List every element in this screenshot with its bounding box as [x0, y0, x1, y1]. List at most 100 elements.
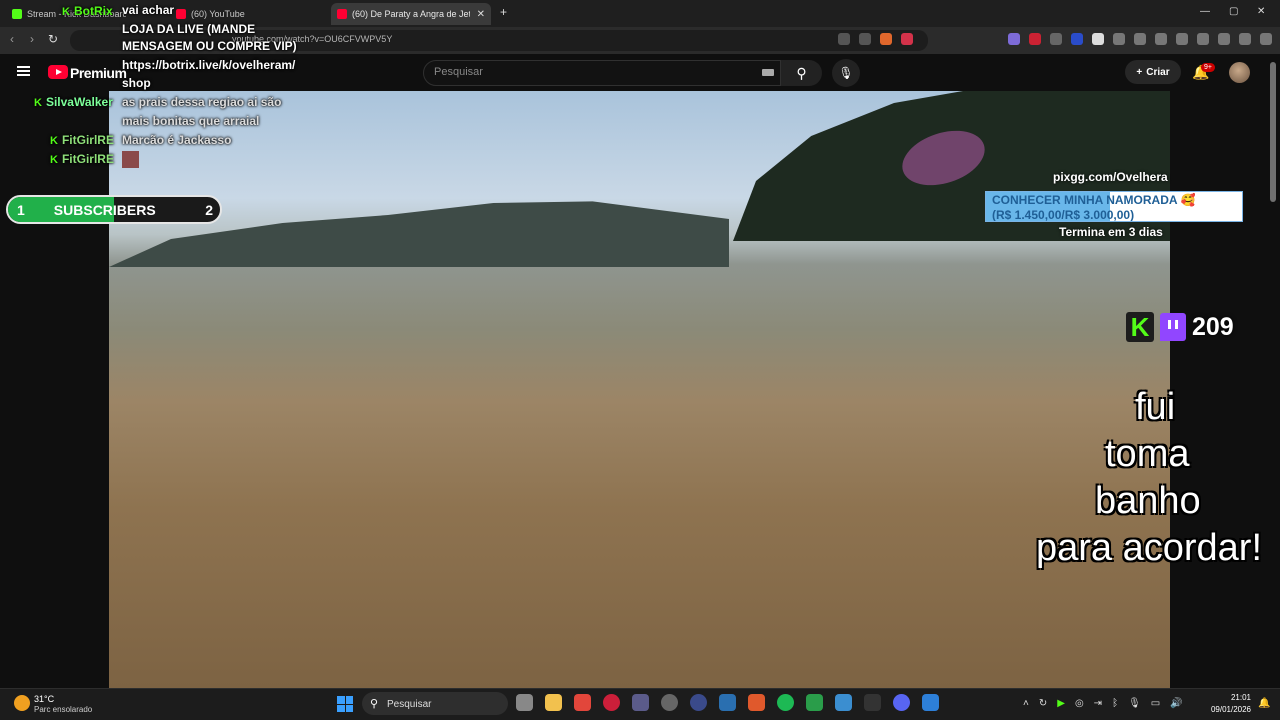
music-icon[interactable]: [1176, 33, 1188, 45]
file-explorer-icon[interactable]: [545, 694, 562, 711]
play-icon[interactable]: ▶: [1057, 698, 1065, 709]
clock-time[interactable]: 21:01: [1209, 693, 1251, 702]
subscribers-goal: 2: [205, 201, 213, 218]
epic-games-icon[interactable]: [864, 694, 881, 711]
leo-icon[interactable]: [1239, 33, 1251, 45]
kick-badge-icon: K: [34, 97, 42, 109]
extension-icon[interactable]: [1050, 33, 1062, 45]
chat-message: K SilvaWalker: [34, 93, 113, 113]
twitch-logo-icon: [1160, 313, 1186, 341]
taskbar-apps: [516, 694, 939, 711]
wallet-icon[interactable]: [1218, 33, 1230, 45]
microphone-icon[interactable]: 🎙: [1128, 698, 1141, 709]
chat-emote: [122, 151, 139, 168]
app-tray-icon[interactable]: ⇥: [1094, 698, 1102, 709]
voice-search-button[interactable]: 🎙: [832, 59, 860, 87]
brave-shield-icon[interactable]: [880, 33, 892, 45]
viewer-count: 209: [1192, 312, 1234, 341]
task-view-icon[interactable]: [516, 694, 533, 711]
chat-username: FitGirlRE: [61, 152, 114, 166]
weather-sun-icon[interactable]: [14, 695, 30, 711]
avatar[interactable]: [1229, 62, 1250, 83]
app-icon[interactable]: [661, 694, 678, 711]
app-icon[interactable]: [690, 694, 707, 711]
chat-message: K FitGirlRE: [50, 150, 114, 170]
back-icon[interactable]: ‹: [10, 32, 14, 46]
taskbar-search[interactable]: [362, 692, 508, 715]
sync-icon[interactable]: ↻: [1039, 698, 1047, 709]
youtube-favicon-icon: [337, 9, 347, 19]
microphone-icon: 🎙: [838, 66, 854, 80]
chat-message: K FitGirlRE: [50, 131, 114, 151]
app-tray-icon[interactable]: ◎: [1075, 698, 1084, 709]
video-player[interactable]: [109, 91, 1170, 688]
caption-line: banho: [1095, 480, 1201, 522]
extension-icon[interactable]: [1008, 33, 1020, 45]
forward-icon[interactable]: ›: [30, 32, 34, 46]
app-icon[interactable]: [922, 694, 939, 711]
brave-rewards-icon[interactable]: [901, 33, 913, 45]
kick-badge-icon: K: [62, 6, 70, 18]
close-tab-icon[interactable]: ✕: [477, 9, 485, 20]
new-tab-button[interactable]: +: [500, 5, 507, 19]
vpn-icon[interactable]: [1260, 33, 1272, 45]
sidebar-icon[interactable]: [1197, 33, 1209, 45]
chat-username: SilvaWalker: [45, 95, 113, 109]
donation-goal-deadline: Termina em 3 dias: [1059, 225, 1163, 239]
tab-title: (60) YouTube: [191, 9, 245, 19]
donation-goal-title: CONHECER MINHA NAMORADA 🥰: [992, 193, 1196, 207]
chat-line: as prais dessa regiao ai são: [122, 95, 282, 109]
extension-icon[interactable]: [1071, 33, 1083, 45]
cast-icon[interactable]: [838, 33, 850, 45]
extension-icon[interactable]: [1029, 33, 1041, 45]
screenshot-icon[interactable]: [1155, 33, 1167, 45]
chrome-icon[interactable]: [574, 694, 591, 711]
search-icon: ⚲: [796, 65, 807, 81]
weather-condition[interactable]: Parc ensolarado: [34, 705, 92, 714]
extension-icon[interactable]: [1113, 33, 1125, 45]
kick-logo-icon: K: [1126, 312, 1154, 342]
search-button[interactable]: ⚲: [781, 60, 822, 86]
viewer-counter: K 209: [1126, 312, 1234, 342]
bluetooth-icon[interactable]: ᛒ: [1112, 698, 1118, 709]
tab-current-video[interactable]: (60) De Paraty a Angra de Jet ✕: [331, 3, 491, 25]
chevron-up-icon[interactable]: ˄: [1023, 698, 1029, 709]
clock-date[interactable]: 09/01/2026: [1209, 705, 1251, 714]
reload-icon[interactable]: ↻: [48, 32, 58, 46]
chat-username: BotRix: [73, 4, 113, 18]
youtube-favicon-icon: [176, 9, 186, 19]
extension-icon[interactable]: [1092, 33, 1104, 45]
windows-start-icon[interactable]: [337, 696, 353, 712]
menu-icon[interactable]: [17, 66, 30, 76]
minimize-button[interactable]: —: [1200, 6, 1210, 17]
weather-temperature[interactable]: 31°C: [34, 694, 54, 704]
caption-line: toma: [1105, 433, 1190, 475]
kick-badge-icon: K: [50, 154, 58, 166]
tab-title: (60) De Paraty a Angra de Jet: [352, 9, 470, 19]
chat-line: MENSAGEM OU COMPRE VIP): [122, 39, 297, 53]
share-icon[interactable]: [859, 33, 871, 45]
kick-favicon-icon: [12, 9, 22, 19]
app-icon[interactable]: [632, 694, 649, 711]
keyboard-icon[interactable]: [762, 69, 774, 76]
brave-icon[interactable]: [748, 694, 765, 711]
create-label: Criar: [1146, 66, 1170, 78]
discord-icon[interactable]: [893, 694, 910, 711]
app-icon[interactable]: [806, 694, 823, 711]
maximize-button[interactable]: ▢: [1229, 6, 1238, 17]
volume-icon[interactable]: 🔊: [1170, 698, 1182, 709]
puzzle-icon[interactable]: [1134, 33, 1146, 45]
spotify-icon[interactable]: [777, 694, 794, 711]
display-icon[interactable]: ▭: [1151, 698, 1160, 709]
close-window-button[interactable]: ✕: [1257, 6, 1265, 17]
opera-icon[interactable]: [603, 694, 620, 711]
youtube-premium-label[interactable]: Premium: [70, 65, 127, 81]
chat-line: mais bonitas que arraial: [122, 114, 260, 128]
chat-line: vai achar: [122, 3, 175, 17]
steam-icon[interactable]: [719, 694, 736, 711]
create-button[interactable]: + Criar: [1125, 60, 1181, 84]
page-scrollbar[interactable]: [1270, 62, 1276, 202]
notifications-icon[interactable]: 🔔: [1258, 698, 1270, 709]
notepad-icon[interactable]: [835, 694, 852, 711]
youtube-logo-icon[interactable]: [48, 65, 68, 79]
